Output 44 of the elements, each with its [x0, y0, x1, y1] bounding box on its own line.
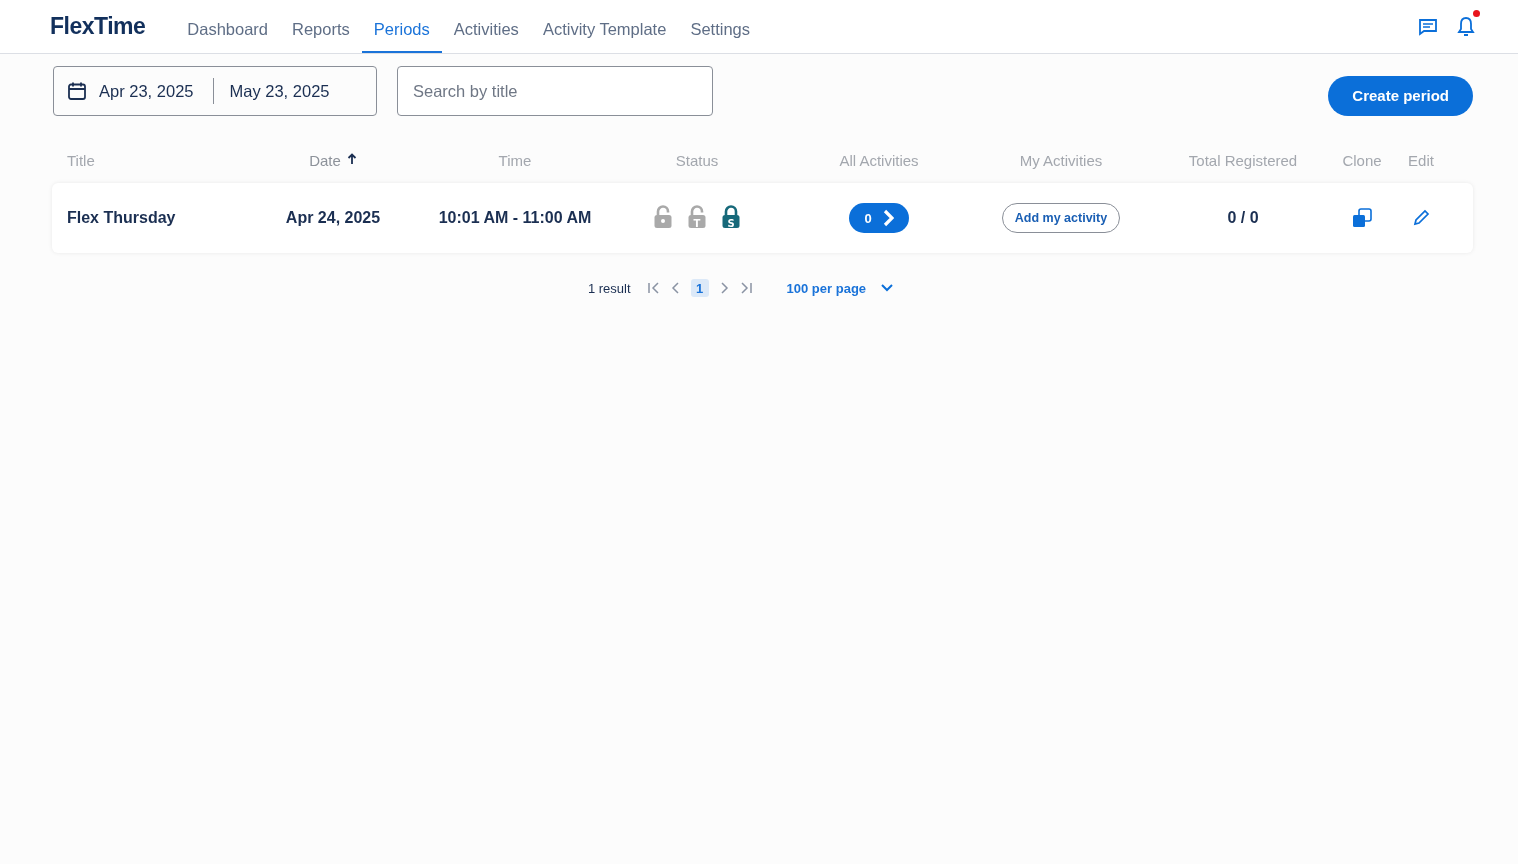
search-field[interactable]: Search by title: [397, 66, 713, 116]
sort-arrow-icon[interactable]: [346, 153, 357, 165]
pencil-icon[interactable]: [1412, 209, 1430, 227]
period-title: Flex Thursday: [67, 209, 176, 227]
lock-icon[interactable]: S: [720, 205, 742, 231]
column-header: My Activities: [1019, 151, 1103, 169]
chevron-right-icon: [881, 209, 894, 227]
start-date: Apr 23, 2025: [99, 81, 194, 101]
lock-drawing: [687, 205, 707, 229]
first-page-icon[interactable]: [646, 281, 661, 295]
column-header: Clone: [1342, 151, 1382, 169]
nav-tab[interactable]: Activity Template: [530, 0, 679, 53]
calendar-icon: [67, 81, 87, 101]
lock-drawing: [653, 205, 673, 229]
column-header: Edit: [1408, 151, 1434, 169]
end-date: May 23, 2025: [229, 81, 330, 101]
chat-icon[interactable]: [1418, 16, 1438, 37]
clone-icon[interactable]: [1351, 207, 1373, 229]
period-time: 10:01 AM - 11:00 AM: [438, 209, 592, 227]
nav-tab[interactable]: Dashboard: [175, 0, 281, 53]
per-page-dropdown[interactable]: 100 per page: [780, 279, 901, 297]
page-number[interactable]: 1: [690, 279, 709, 297]
column-header: Status: [675, 151, 719, 169]
column-header[interactable]: Date: [309, 151, 341, 169]
lock-drawing: [721, 205, 741, 229]
nav-tab[interactable]: Reports: [280, 0, 362, 53]
column-header: All Activities: [839, 151, 919, 169]
nav-tab[interactable]: Settings: [678, 0, 762, 53]
period-date: Apr 24, 2025: [285, 209, 381, 227]
app-logo: FlexTime: [50, 13, 146, 40]
add-my-activity-button[interactable]: Add my activity: [1001, 203, 1121, 233]
chevron-down-icon: [880, 283, 895, 293]
column-header: Time: [498, 151, 532, 169]
total-registered: 0 / 0: [1227, 209, 1259, 227]
bell-icon[interactable]: [1456, 15, 1476, 38]
column-header: Total Registered: [1188, 151, 1298, 169]
nav-tab[interactable]: Periods: [361, 0, 442, 53]
activities-count-button[interactable]: 0: [849, 203, 909, 233]
last-page-icon[interactable]: [738, 281, 753, 295]
column-header: Title: [67, 151, 95, 169]
nav-tab[interactable]: Activities: [441, 0, 531, 53]
create-period-button[interactable]: Create period: [1328, 75, 1473, 116]
result-count: 1 result: [587, 280, 631, 296]
date-range-field[interactable]: Apr 23, 2025 May 23, 2025: [53, 66, 377, 116]
